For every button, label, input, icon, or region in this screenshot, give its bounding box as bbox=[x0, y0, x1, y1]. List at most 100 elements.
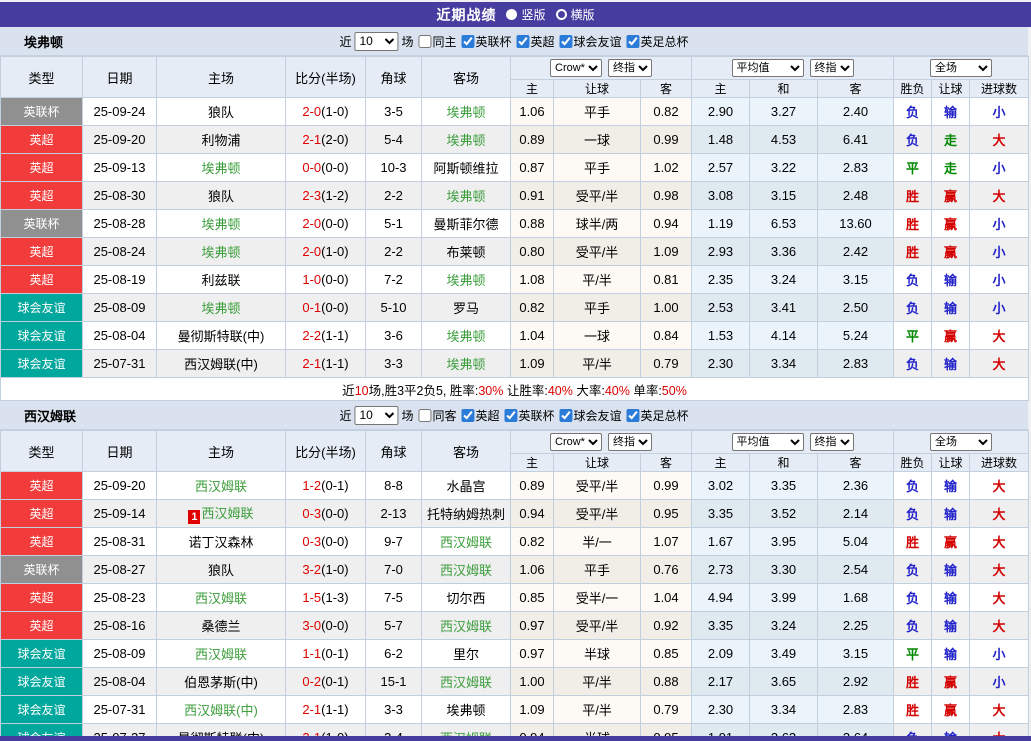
final-odds-select-1[interactable]: 终指 bbox=[608, 433, 652, 451]
avg-draw: 4.53 bbox=[750, 126, 818, 154]
competition-checkbox-0-3[interactable] bbox=[627, 35, 640, 48]
corners-cell: 9-7 bbox=[366, 528, 422, 556]
corners-cell: 15-1 bbox=[366, 668, 422, 696]
away-team: 罗马 bbox=[422, 294, 511, 322]
avg-draw: 3.24 bbox=[750, 612, 818, 640]
away-team: 埃弗顿 bbox=[422, 322, 511, 350]
away-team: 埃弗顿 bbox=[422, 126, 511, 154]
recent-count-select-0[interactable]: 10 bbox=[354, 32, 398, 51]
match-date: 25-08-19 bbox=[83, 266, 157, 294]
final-odds-select2-1[interactable]: 终指 bbox=[810, 433, 854, 451]
same-venue-checkbox-1[interactable] bbox=[418, 409, 431, 422]
crow-odds-select-0[interactable]: Crow* bbox=[550, 59, 602, 77]
average-odds-select-1[interactable]: 平均值 bbox=[732, 433, 804, 451]
result-outcome: 负 bbox=[894, 266, 932, 294]
odds-home: 0.97 bbox=[511, 640, 554, 668]
column-subheader: 主 bbox=[692, 454, 750, 472]
result-goals: 大 bbox=[970, 322, 1029, 350]
avg-draw: 4.14 bbox=[750, 322, 818, 350]
away-team-name: 埃弗顿 bbox=[446, 273, 485, 288]
crow-odds-select-1[interactable]: Crow* bbox=[550, 433, 602, 451]
corners-cell: 5-1 bbox=[366, 210, 422, 238]
competition-checkbox-0-1[interactable] bbox=[517, 35, 530, 48]
home-team: 狼队 bbox=[157, 98, 286, 126]
competition-checkbox-1-0[interactable] bbox=[461, 409, 474, 422]
odds-away: 1.09 bbox=[641, 238, 692, 266]
result-text: 负 bbox=[906, 301, 919, 316]
column-subheader: 进球数 bbox=[970, 80, 1029, 98]
away-team: 水晶宫 bbox=[422, 472, 511, 500]
avg-away: 2.25 bbox=[818, 612, 894, 640]
competition-checkbox-1-2[interactable] bbox=[560, 409, 573, 422]
avg-away: 2.36 bbox=[818, 472, 894, 500]
match-type-badge: 英超 bbox=[1, 266, 83, 294]
competition-checkbox-1-3[interactable] bbox=[627, 409, 640, 422]
competition-checkbox-1-1[interactable] bbox=[505, 409, 518, 422]
column-subheader: 主 bbox=[692, 80, 750, 98]
match-row: 英超 25-09-14 1西汉姆联 0-3(0-0) 2-13 托特纳姆热刺 0… bbox=[1, 500, 1029, 528]
result-text: 负 bbox=[906, 479, 919, 494]
recent-count-select-1[interactable]: 10 bbox=[354, 406, 398, 425]
match-date: 25-08-04 bbox=[83, 668, 157, 696]
odds-away: 1.04 bbox=[641, 584, 692, 612]
same-venue-checkbox-0[interactable] bbox=[418, 35, 431, 48]
competition-checkbox-0-0[interactable] bbox=[461, 35, 474, 48]
final-odds-select2-0[interactable]: 终指 bbox=[810, 59, 854, 77]
match-date: 25-08-09 bbox=[83, 640, 157, 668]
home-team: 埃弗顿 bbox=[157, 210, 286, 238]
column-header: 角球 bbox=[366, 57, 422, 98]
home-team-name: 埃弗顿 bbox=[201, 217, 240, 232]
full-match-select-0[interactable]: 全场 bbox=[930, 59, 992, 77]
score-cell: 3-2(1-0) bbox=[286, 556, 366, 584]
result-outcome: 胜 bbox=[894, 210, 932, 238]
match-row: 英联杯 25-08-28 埃弗顿 2-0(0-0) 5-1 曼斯菲尔德 0.88… bbox=[1, 210, 1029, 238]
result-handicap: 赢 bbox=[932, 210, 970, 238]
full-time-score: 2-2 bbox=[302, 328, 321, 343]
average-odds-select-0[interactable]: 平均值 bbox=[732, 59, 804, 77]
odds-handicap: 平/半 bbox=[554, 668, 641, 696]
half-time-score: (1-1) bbox=[321, 356, 348, 371]
home-team: 西汉姆联 bbox=[157, 584, 286, 612]
avg-away: 3.15 bbox=[818, 640, 894, 668]
title-bar: 近期战绩 竖版 横版 bbox=[0, 2, 1031, 27]
avg-home: 1.53 bbox=[692, 322, 750, 350]
result-text: 赢 bbox=[944, 675, 957, 690]
odds-home: 1.08 bbox=[511, 266, 554, 294]
avg-draw: 6.53 bbox=[750, 210, 818, 238]
score-cell: 2-0(1-0) bbox=[286, 98, 366, 126]
avg-draw: 3.36 bbox=[750, 238, 818, 266]
final-odds-select-0[interactable]: 终指 bbox=[608, 59, 652, 77]
match-type-badge: 英联杯 bbox=[1, 556, 83, 584]
result-goals: 大 bbox=[970, 556, 1029, 584]
odds-handicap: 半/一 bbox=[554, 528, 641, 556]
result-outcome: 负 bbox=[894, 350, 932, 378]
result-text: 胜 bbox=[906, 245, 919, 260]
score-cell: 2-3(1-2) bbox=[286, 182, 366, 210]
result-text: 小 bbox=[993, 105, 1006, 120]
full-match-select-1[interactable]: 全场 bbox=[930, 433, 992, 451]
table-header-row: 类型日期主场比分(半场)角球客场 Crow*终指 平均值终指 全场 bbox=[1, 57, 1029, 80]
result-text: 赢 bbox=[944, 329, 957, 344]
avg-home: 3.35 bbox=[692, 612, 750, 640]
match-type-badge: 球会友谊 bbox=[1, 668, 83, 696]
match-row: 英联杯 25-09-24 狼队 2-0(1-0) 3-5 埃弗顿 1.06 平手… bbox=[1, 98, 1029, 126]
avg-home: 3.02 bbox=[692, 472, 750, 500]
result-handicap: 赢 bbox=[932, 668, 970, 696]
full-time-score: 1-1 bbox=[302, 646, 321, 661]
section-header: 埃弗顿 近 10 场 同主 英联杯英超球会友谊英足总杯 bbox=[0, 27, 1028, 56]
result-handicap: 输 bbox=[932, 266, 970, 294]
half-time-score: (1-2) bbox=[321, 188, 348, 203]
half-time-score: (0-0) bbox=[321, 534, 348, 549]
result-handicap: 赢 bbox=[932, 322, 970, 350]
layout-radio-horizontal[interactable]: 横版 bbox=[556, 6, 595, 23]
layout-radio-vertical[interactable]: 竖版 bbox=[506, 6, 545, 23]
competition-checkbox-0-2[interactable] bbox=[560, 35, 573, 48]
full-time-score: 0-3 bbox=[302, 506, 321, 521]
result-text: 赢 bbox=[944, 703, 957, 718]
result-goals: 大 bbox=[970, 472, 1029, 500]
odds-home: 0.89 bbox=[511, 126, 554, 154]
full-time-score: 2-3 bbox=[302, 188, 321, 203]
odds-away: 0.92 bbox=[641, 612, 692, 640]
odds-away: 0.79 bbox=[641, 350, 692, 378]
competition-label: 英足总杯 bbox=[641, 33, 689, 50]
